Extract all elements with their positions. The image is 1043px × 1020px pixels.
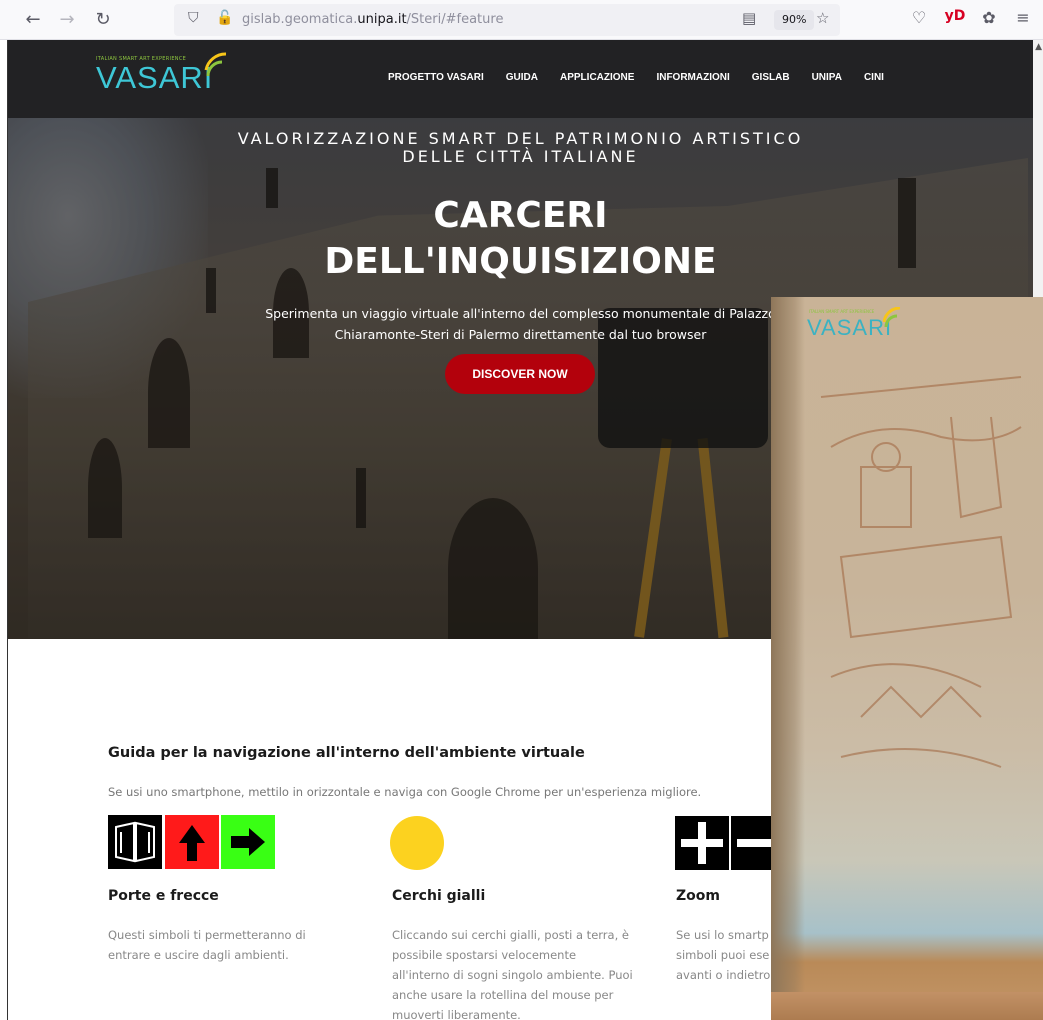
site-header: ITALIAN SMART ART EXPERIENCE VASARI PROG…	[8, 40, 1033, 118]
nav-item-progetto-vasari[interactable]: PROGETTO VASARI	[388, 72, 484, 83]
fresco-drawing	[820, 376, 1022, 768]
zoom-plus-minus-icon	[675, 816, 785, 870]
yellow-circle-icon	[390, 816, 444, 870]
feature-text-line: anche usare la rotellina del mouse per	[392, 988, 614, 1002]
extension-yd-button[interactable]: yD	[944, 8, 966, 24]
feature-text-line: simboli puoi ese	[676, 948, 770, 962]
nav-item-unipa[interactable]: UNIPA	[812, 72, 842, 83]
door-icon	[108, 815, 162, 869]
hero-title-line: DELL'INQUISIZIONE	[324, 241, 717, 282]
shield-icon[interactable]: ⛉	[188, 10, 199, 26]
hero-subtitle: VALORIZZAZIONE SMART DEL PATRIMONIO ARTI…	[8, 130, 1033, 166]
overlay-logo: VASARI	[807, 315, 893, 340]
guide-subtitle: Se usi uno smartphone, mettilo in orizzo…	[108, 785, 702, 799]
feature-text-line: avanti o indietro	[676, 968, 771, 982]
back-arrow-icon[interactable]: ←	[20, 8, 46, 32]
feature-text-line: Cliccando sui cerchi gialli, posti a ter…	[392, 928, 629, 942]
nav-item-informazioni[interactable]: INFORMAZIONI	[656, 72, 729, 83]
hero-subtitle-line: DELLE CITTÀ ITALIANE	[402, 147, 639, 166]
feature-text-line: possibile spostarsi velocemente	[392, 948, 577, 962]
hero-title-line: CARCERI	[433, 195, 608, 236]
guide-title: Guida per la navigazione all'interno del…	[108, 745, 585, 761]
overlay-logo-signal-icon	[883, 307, 901, 328]
forward-arrow-icon[interactable]: →	[54, 8, 80, 32]
feature-text-line: Questi simboli ti permetteranno di	[108, 928, 306, 942]
site-logo[interactable]: VASARI	[96, 60, 213, 96]
panel-edge-shadow	[771, 297, 805, 1020]
nav-item-applicazione[interactable]: APPLICAZIONE	[560, 72, 634, 83]
bookmark-star-icon[interactable]: ☆	[816, 9, 829, 27]
feature-text-line: muoverti liberamente.	[392, 1008, 521, 1020]
arrow-up-icon	[165, 815, 219, 869]
feature-text-zoom: Se usi lo smartp simboli puoi ese avanti…	[676, 925, 770, 985]
page-viewport: ▲ ITALIAN SMART ART EXPERIENCE VASARI PR…	[0, 40, 1043, 1020]
nav-item-cini[interactable]: CINI	[864, 72, 884, 83]
feature-text-porte: Questi simboli ti permetteranno di entra…	[108, 925, 306, 965]
panel-floor	[771, 992, 1043, 1020]
feature-text-line: all'interno di sogni singolo ambiente. P…	[392, 968, 633, 982]
nav-item-gislab[interactable]: GISLAB	[752, 72, 790, 83]
feature-text-line: entrare e uscire dagli ambienti.	[108, 948, 289, 962]
extension-icon[interactable]: ✿	[978, 8, 1000, 27]
pocket-icon[interactable]: ♡	[908, 8, 930, 27]
overlay-logo-tagline: ITALIAN SMART ART EXPERIENCE	[809, 309, 875, 314]
feature-title-porte: Porte e frecce	[108, 888, 219, 904]
reload-icon[interactable]: ↻	[90, 8, 116, 32]
url-bar[interactable]: ⛉ 🔓 gislab.geomatica.unipa.it/Steri/#fea…	[174, 4, 840, 36]
feature-title-zoom: Zoom	[676, 888, 720, 904]
browser-toolbar: ← → ↻ ⛉ 🔓 gislab.geomatica.unipa.it/Ster…	[0, 0, 1043, 40]
feature-text-cerchi: Cliccando sui cerchi gialli, posti a ter…	[392, 925, 633, 1020]
menu-icon[interactable]: ≡	[1012, 8, 1034, 27]
hero-title: CARCERI DELL'INQUISIZIONE	[8, 193, 1033, 285]
discover-now-button[interactable]: DISCOVER NOW	[445, 354, 595, 394]
zoom-level-badge[interactable]: 90%	[774, 10, 815, 30]
arrow-right-icon	[221, 815, 275, 869]
feature-title-cerchi: Cerchi gialli	[392, 888, 486, 904]
main-nav: PROGETTO VASARI GUIDA APPLICAZIONE INFOR…	[388, 72, 906, 83]
virtual-tour-panel[interactable]: ITALIAN SMART ART EXPERIENCE VASARI	[771, 297, 1043, 1020]
nav-item-guida[interactable]: GUIDA	[506, 72, 538, 83]
lock-icon[interactable]: 🔓	[216, 10, 233, 26]
hero-subtitle-line: VALORIZZAZIONE SMART DEL PATRIMONIO ARTI…	[237, 129, 804, 148]
logo-signal-icon	[204, 52, 227, 77]
feature-text-line: Se usi lo smartp	[676, 928, 769, 942]
url-text[interactable]: gislab.geomatica.unipa.it/Steri/#feature	[242, 12, 503, 27]
scroll-up-icon[interactable]: ▲	[1035, 42, 1042, 52]
reader-view-icon[interactable]: ▤	[742, 9, 756, 27]
